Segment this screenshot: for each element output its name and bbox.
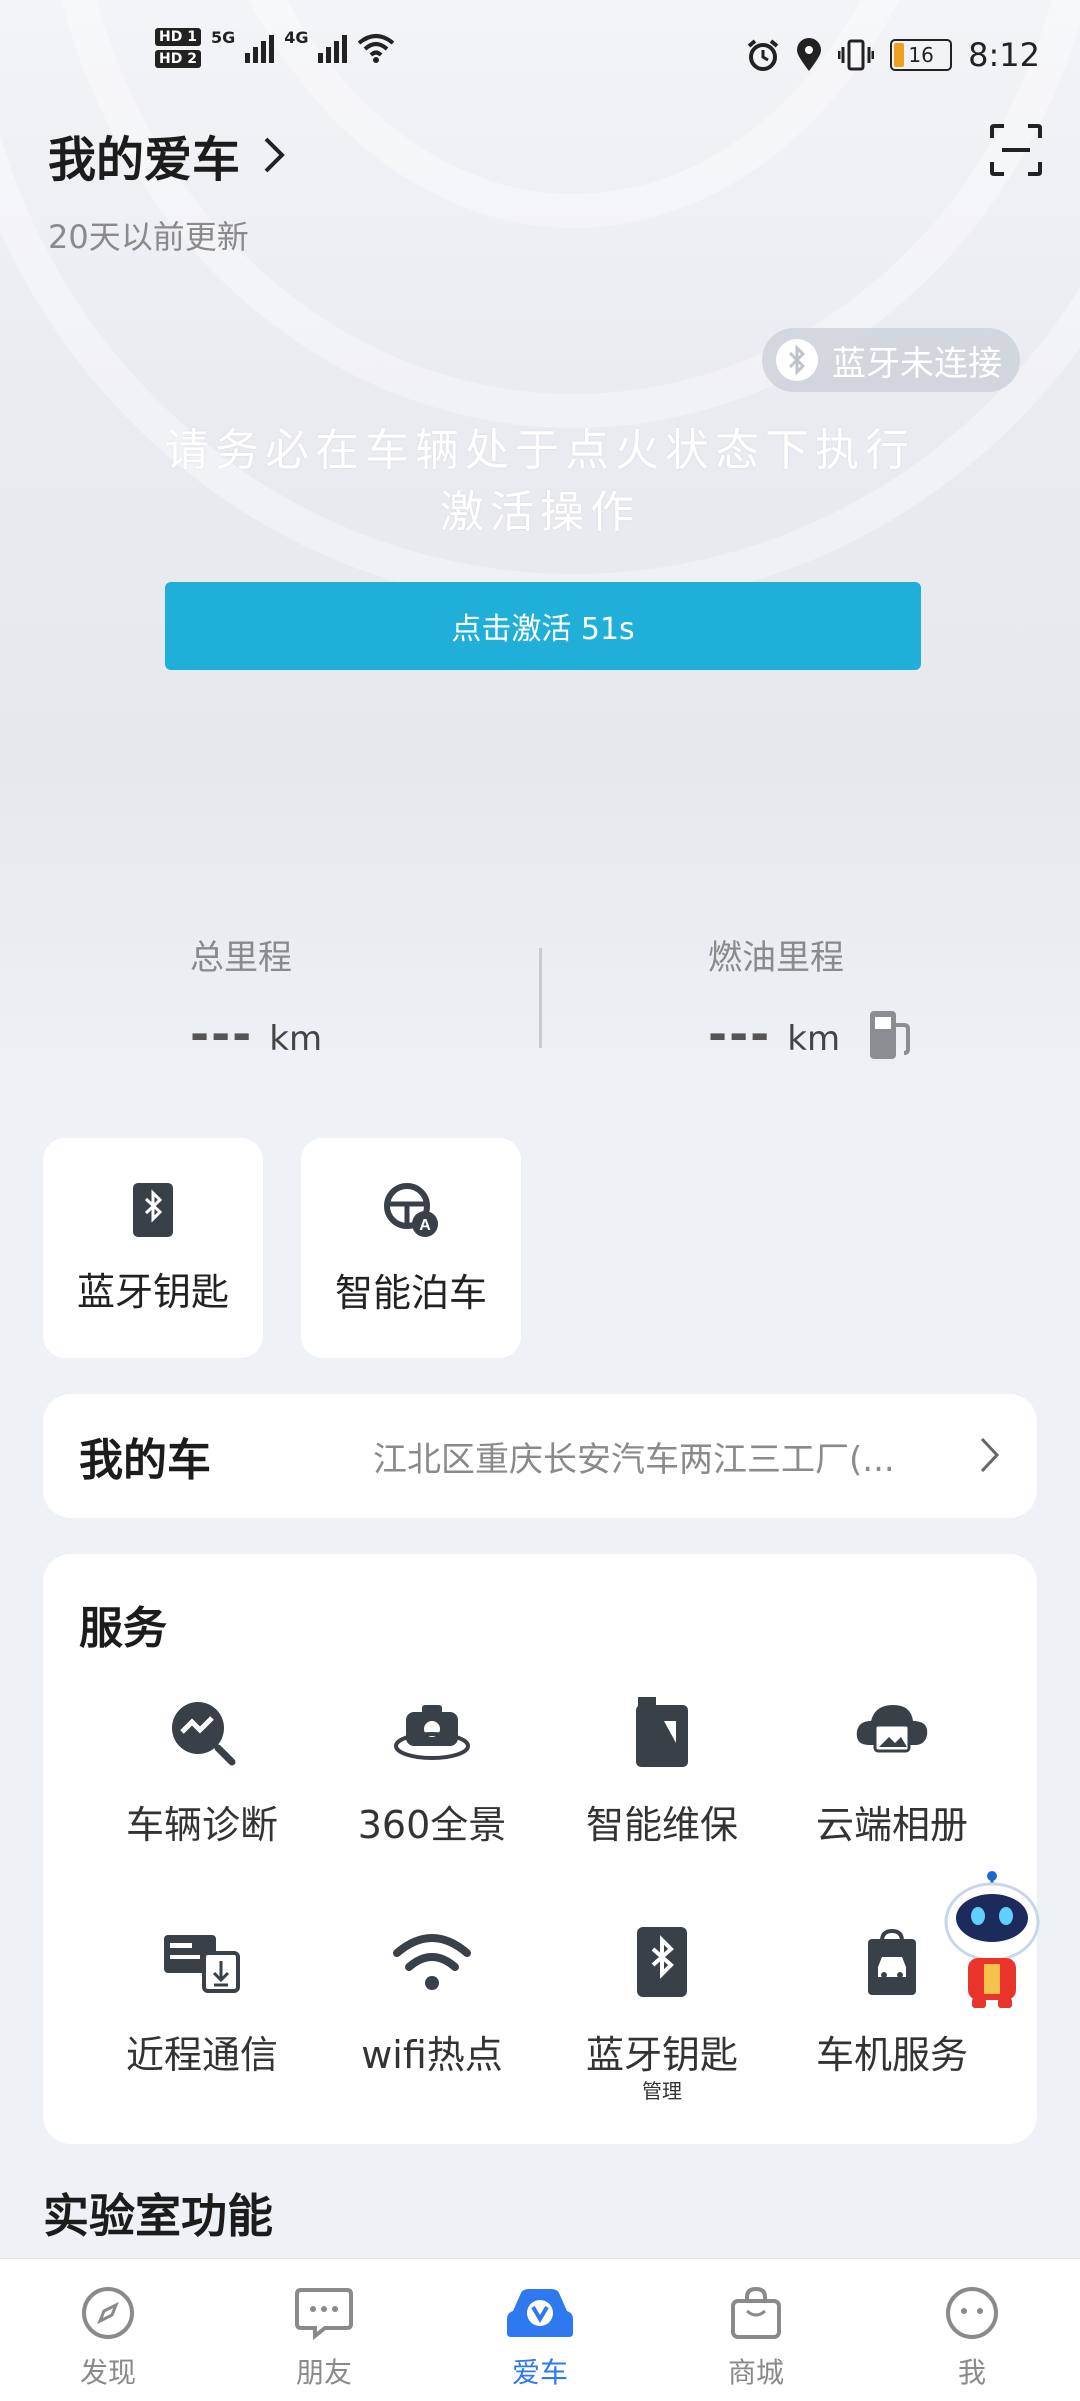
- auto-parking-icon: A: [384, 1182, 438, 1237]
- compass-icon: [82, 2287, 134, 2339]
- chevron-right-icon: [264, 137, 285, 173]
- service-bluetooth-key-manage[interactable]: 蓝牙钥匙 管理: [547, 1924, 777, 2104]
- fuel-pump-icon: [870, 1011, 911, 1059]
- car-logo-icon: [507, 2289, 573, 2337]
- tab-label: 爱车: [511, 2356, 568, 2389]
- my-car-row[interactable]: 我的车 江北区重庆长安汽车两江三工厂(...: [43, 1394, 1037, 1518]
- service-label: 360全景: [357, 1803, 507, 1847]
- cloud-album-icon: [856, 1705, 928, 1753]
- page-title-text: 我的爱车: [48, 132, 241, 188]
- service-label: 蓝牙钥匙: [585, 2033, 738, 2077]
- service-near-communication[interactable]: 近程通信: [87, 1924, 317, 2079]
- total-mileage-label: 总里程: [190, 938, 292, 978]
- lab-heading: 实验室功能: [43, 2189, 273, 2243]
- auto-parking-tile-label: 智能泊车: [334, 1270, 487, 1315]
- service-maintenance[interactable]: 智能维保: [547, 1694, 777, 1849]
- service-label: 车辆诊断: [125, 1803, 278, 1847]
- service-vehicle-diagnosis[interactable]: 车辆诊断: [87, 1694, 317, 1849]
- chat-icon: [295, 2288, 353, 2340]
- wifi-icon: [393, 1934, 471, 1990]
- service-label: 近程通信: [125, 2033, 278, 2077]
- fuel-mileage-value: ---: [708, 1007, 772, 1061]
- car-service-icon: [868, 1928, 916, 1995]
- tab-discover[interactable]: 发现: [38, 2283, 178, 2391]
- bluetooth-key-icon: [133, 1182, 173, 1237]
- tab-label: 商城: [727, 2356, 784, 2389]
- activate-button[interactable]: 点击激活 51s: [165, 582, 921, 670]
- bluetooth-key-icon: [637, 1927, 687, 1997]
- network-4g-label: 4G: [284, 28, 309, 47]
- fuel-mileage-label: 燃油里程: [708, 938, 844, 978]
- tab-my-car[interactable]: 爱车: [470, 2283, 610, 2391]
- bluetooth-icon: [776, 339, 818, 381]
- vibrate-icon: [838, 39, 875, 71]
- signal-icon: [245, 33, 275, 63]
- stats-divider: [539, 948, 542, 1048]
- bluetooth-status-text: 蓝牙未连接: [832, 343, 1002, 384]
- signal-icon-2: [318, 33, 348, 63]
- network-5g-label: 5G: [210, 28, 236, 47]
- tab-me[interactable]: 我: [902, 2283, 1042, 2391]
- total-mileage-value: ---: [190, 1007, 254, 1061]
- service-label: 云端相册: [815, 1803, 968, 1847]
- service-wifi-hotspot[interactable]: wifi热点: [317, 1924, 547, 2079]
- bluetooth-key-tile-label: 蓝牙钥匙: [76, 1269, 229, 1314]
- battery-icon: 16: [890, 39, 953, 71]
- services-heading: 服务: [79, 1603, 167, 1654]
- battery-level: 16: [908, 43, 934, 67]
- svg-text:A: A: [419, 1217, 431, 1234]
- bluetooth-status-badge[interactable]: 蓝牙未连接: [762, 328, 1020, 392]
- total-mileage-unit: km: [269, 1019, 323, 1059]
- bottom-tab-bar: 发现 朋友 爱车 商城 我: [0, 2258, 1080, 2401]
- camera-360-icon: [394, 1705, 470, 1760]
- service-label: wifi热点: [361, 2033, 503, 2077]
- face-icon: [946, 2287, 998, 2339]
- tab-mall[interactable]: 商城: [686, 2283, 826, 2391]
- tab-friends[interactable]: 朋友: [254, 2283, 394, 2391]
- tab-label: 发现: [79, 2356, 136, 2389]
- wifi-status-icon: [358, 34, 395, 63]
- sim-indicators: HD 1 HD 2: [155, 28, 201, 68]
- maintenance-icon: [636, 1697, 688, 1767]
- scan-icon[interactable]: [988, 122, 1044, 178]
- sim1-label: HD 1: [155, 28, 201, 46]
- update-time: 20天以前更新: [48, 218, 249, 256]
- clock: 8:12: [968, 36, 1040, 74]
- total-mileage: 总里程 --- km: [190, 930, 322, 1061]
- fuel-mileage-unit: km: [787, 1019, 841, 1059]
- diagnosis-icon: [172, 1702, 236, 1766]
- page-title[interactable]: 我的爱车: [48, 120, 288, 190]
- service-sublabel: 管理: [642, 2079, 682, 2103]
- service-label: 车机服务: [815, 2033, 968, 2077]
- tab-label: 朋友: [295, 2356, 352, 2389]
- service-360-view[interactable]: 360全景: [317, 1694, 547, 1849]
- bag-icon: [731, 2286, 781, 2339]
- tab-label: 我: [957, 2356, 986, 2389]
- location-icon: [797, 38, 822, 71]
- robot-assistant-icon[interactable]: [940, 1870, 1044, 2010]
- services-card: 服务 车辆诊断 360全景 智能维保 云端相册 近程通信 wifi热点 蓝牙钥匙…: [43, 1554, 1037, 2144]
- bluetooth-key-tile[interactable]: 蓝牙钥匙: [43, 1138, 263, 1358]
- status-bar: HD 1 HD 2 5G 4G 16 8:12: [0, 0, 1080, 110]
- service-cloud-album[interactable]: 云端相册: [777, 1694, 1007, 1849]
- mileage-stats: 总里程 --- km 燃油里程 --- km: [0, 930, 1080, 1070]
- activation-notice: 请务必在车辆处于点火状态下执行激活操作: [165, 425, 915, 538]
- fuel-mileage: 燃油里程 --- km: [708, 930, 914, 1063]
- car-location: 江北区重庆长安汽车两江三工厂(...: [373, 1439, 895, 1480]
- near-comm-icon: [164, 1935, 240, 1993]
- auto-parking-tile[interactable]: A 智能泊车: [301, 1138, 521, 1358]
- service-label: 智能维保: [585, 1803, 738, 1847]
- my-car-label: 我的车: [79, 1435, 211, 1486]
- sim2-label: HD 2: [155, 50, 201, 68]
- chevron-right-icon: [980, 1437, 1000, 1473]
- alarm-icon: [747, 39, 779, 71]
